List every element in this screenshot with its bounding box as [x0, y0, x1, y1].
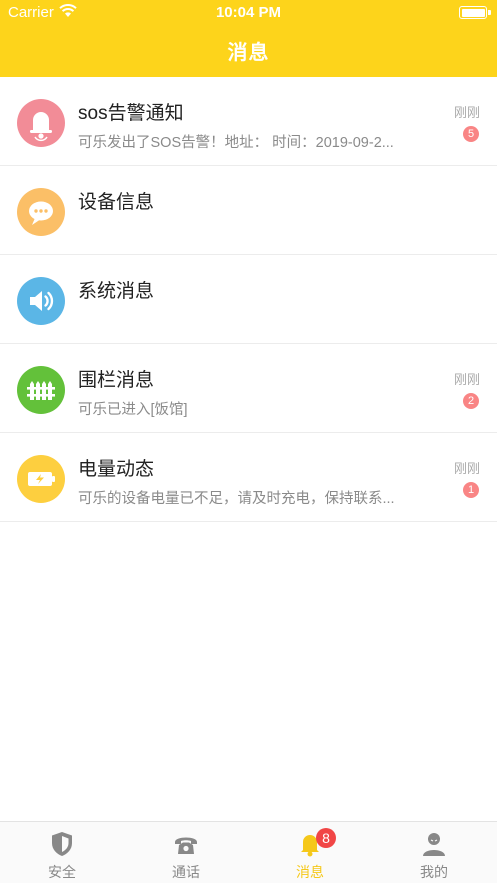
user-icon [423, 833, 445, 856]
tab-messages[interactable]: 8 消息 [248, 822, 372, 883]
message-preview: 可乐已进入[饭馆] [78, 402, 188, 418]
unread-count-badge: 8 [316, 828, 336, 848]
battery-tip [488, 10, 491, 15]
message-list: sos告警通知 可乐发出了SOS告警！地址： 时间：2019-09-2... 刚… [0, 77, 497, 522]
message-title: 系统消息 [78, 281, 155, 302]
status-time: 10:04 PM [215, 4, 282, 21]
header: Carrier 10:04 PM 消息 [0, 0, 497, 77]
message-preview: 可乐发出了SOS告警！地址： 时间：2019-09-2... [78, 135, 394, 151]
status-bar: Carrier 10:04 PM [0, 0, 497, 26]
fence-icon [17, 366, 65, 414]
unread-badge: 1 [463, 482, 479, 498]
page-title: 消息 [227, 42, 270, 64]
tab-call[interactable]: 通话 [124, 822, 248, 883]
message-title: 围栏消息 [78, 370, 155, 391]
battery-icon [459, 6, 487, 19]
message-row-fence[interactable]: 围栏消息 可乐已进入[饭馆] 刚刚 2 [0, 344, 497, 433]
battery-charge-icon [17, 455, 65, 503]
message-title: 电量动态 [78, 459, 155, 480]
message-title: 设备信息 [78, 192, 155, 213]
unread-badge: 5 [463, 126, 479, 142]
message-row-system[interactable]: 系统消息 [0, 255, 497, 344]
shield-icon [52, 832, 72, 856]
tab-bar: 安全 通话 8 消息 我的 [0, 821, 497, 883]
message-time: 刚刚 [453, 105, 480, 120]
message-time: 刚刚 [453, 461, 480, 476]
message-time: 刚刚 [453, 372, 480, 387]
tab-mine[interactable]: 我的 [372, 822, 496, 883]
unread-badge: 2 [463, 393, 479, 409]
message-row-device[interactable]: 设备信息 [0, 166, 497, 255]
tab-label: 安全 [48, 864, 76, 880]
speaker-icon [17, 277, 65, 325]
message-row-battery[interactable]: 电量动态 可乐的设备电量已不足，请及时充电，保持联系... 刚刚 1 [0, 433, 497, 522]
message-row-sos[interactable]: sos告警通知 可乐发出了SOS告警！地址： 时间：2019-09-2... 刚… [0, 77, 497, 166]
tab-label: 消息 [296, 864, 324, 880]
tab-label: 我的 [420, 864, 448, 880]
phone-icon [175, 837, 197, 854]
chat-bubble-icon [17, 188, 65, 236]
tab-safety[interactable]: 安全 [0, 822, 124, 883]
tab-label: 通话 [172, 864, 200, 880]
message-preview: 可乐的设备电量已不足，请及时充电，保持联系... [78, 491, 395, 507]
message-title: sos告警通知 [78, 103, 184, 124]
alarm-bell-icon [17, 99, 65, 147]
